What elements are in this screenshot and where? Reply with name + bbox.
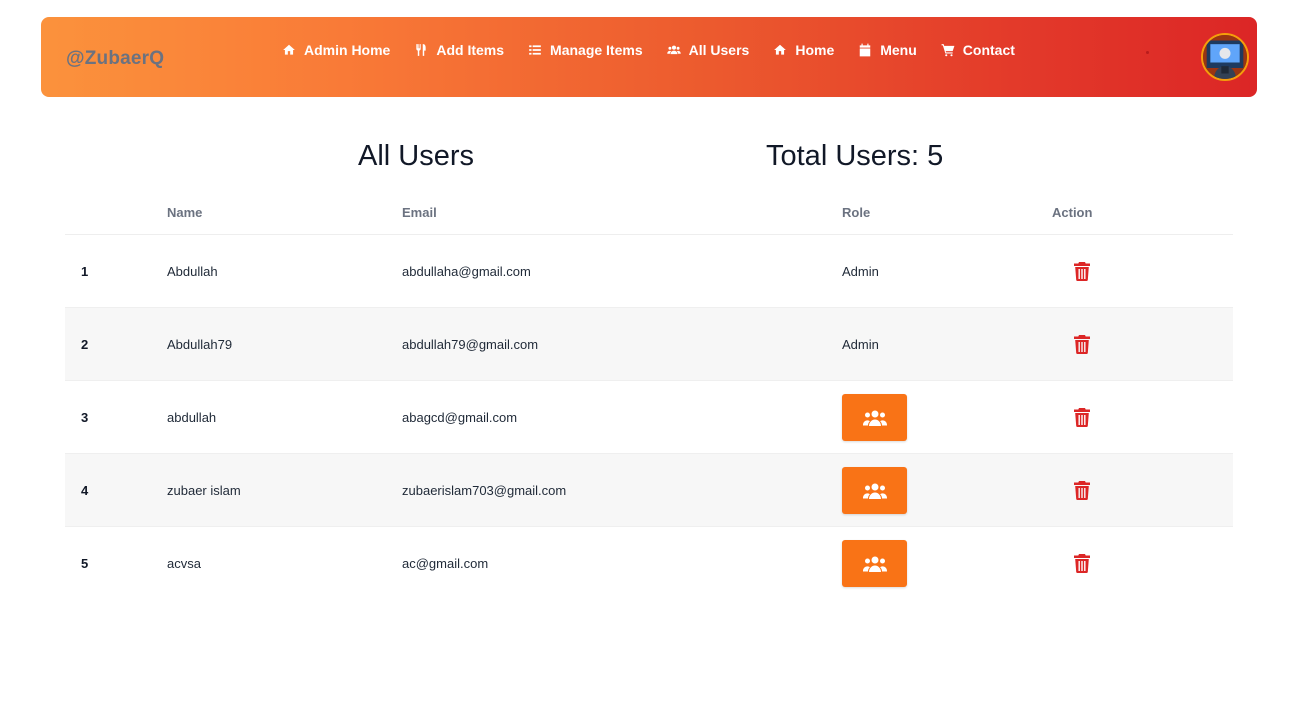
user-email: ac@gmail.com (402, 556, 489, 571)
user-role: Admin (842, 337, 879, 352)
row-index: 1 (81, 264, 89, 279)
user-email: abagcd@gmail.com (402, 410, 518, 425)
table-header: Name Email Role Action (65, 190, 1233, 235)
delete-button[interactable] (1074, 262, 1090, 281)
list-icon (529, 45, 541, 55)
row-index: 5 (81, 556, 89, 571)
user-name: Abdullah79 (167, 337, 233, 352)
home-icon (283, 44, 295, 55)
nav-all-users-label: All Users (688, 42, 750, 58)
user-email: abdullah79@gmail.com (402, 337, 539, 352)
nav-contact-label: Contact (962, 42, 1015, 58)
nav-admin-home[interactable]: Admin Home (282, 42, 390, 58)
header-email: Email (402, 205, 437, 220)
action-cell (1072, 527, 1092, 600)
nav-menu[interactable]: Menu (858, 42, 917, 58)
delete-button[interactable] (1074, 481, 1090, 500)
navbar: @ZubaerQ Admin Home Add Items Manage Ite… (41, 17, 1257, 97)
nav-manage-items-label: Manage Items (550, 42, 643, 58)
utensils-icon (416, 44, 427, 56)
action-cell (1072, 235, 1092, 308)
user-email: abdullaha@gmail.com (402, 264, 531, 279)
users-icon (666, 45, 681, 55)
nav-home[interactable]: Home (773, 42, 834, 58)
nav-contact[interactable]: Contact (941, 42, 1015, 58)
delete-button[interactable] (1074, 408, 1090, 427)
trash-icon (1074, 554, 1090, 573)
trash-icon (1074, 335, 1090, 354)
nav-home-label: Home (795, 42, 835, 58)
delete-button[interactable] (1074, 554, 1090, 573)
user-name: zubaer islam (167, 483, 241, 498)
header-role: Role (842, 205, 871, 220)
action-cell (1072, 454, 1092, 527)
nav-add-items-label: Add Items (436, 42, 505, 58)
table-row: 5 acvsa ac@gmail.com (65, 527, 1233, 600)
action-cell (1072, 381, 1092, 454)
nav-all-users[interactable]: All Users (666, 42, 750, 58)
user-name: abdullah (167, 410, 217, 425)
cart-icon (941, 44, 955, 57)
table-row: 2 Abdullah79 abdullah79@gmail.com Admin (65, 308, 1233, 381)
user-name: Abdullah (167, 264, 218, 279)
users-icon (862, 556, 887, 572)
table-row: 1 Abdullah abdullaha@gmail.com Admin (65, 235, 1233, 308)
total-users: Total Users: 5 (766, 140, 944, 172)
make-admin-button[interactable] (842, 394, 907, 441)
row-index: 2 (81, 337, 89, 352)
row-index: 3 (81, 410, 89, 425)
nav-admin-home-label: Admin Home (304, 42, 391, 58)
user-name: acvsa (167, 556, 201, 571)
users-icon (862, 410, 887, 426)
user-avatar[interactable] (1201, 33, 1249, 81)
role-cell (842, 454, 907, 527)
row-index: 4 (81, 483, 89, 498)
home-icon (774, 44, 787, 55)
trash-icon (1074, 262, 1090, 281)
nav-manage-items[interactable]: Manage Items (528, 42, 643, 58)
action-cell (1072, 308, 1092, 381)
role-cell (842, 381, 907, 454)
trash-icon (1074, 408, 1090, 427)
indicator-dot (1146, 51, 1149, 54)
role-cell (842, 527, 907, 600)
table-row: 4 zubaer islam zubaerislam703@gmail.com (65, 454, 1233, 527)
nav-menu-label: Menu (880, 42, 917, 58)
page-title: All Users (358, 140, 475, 172)
brand-logo[interactable]: @ZubaerQ (66, 48, 164, 70)
delete-button[interactable] (1074, 335, 1090, 354)
users-icon (862, 483, 887, 499)
make-admin-button[interactable] (842, 467, 907, 514)
nav-add-items[interactable]: Add Items (414, 42, 504, 58)
users-table: Name Email Role Action 1 Abdullah abdull… (65, 190, 1233, 600)
nav-links: Admin Home Add Items Manage Items All Us… (282, 40, 1015, 60)
trash-icon (1074, 481, 1090, 500)
avatar-image (1203, 35, 1247, 79)
make-admin-button[interactable] (842, 540, 907, 587)
header-name: Name (167, 205, 203, 220)
calendar-icon (859, 43, 871, 57)
header-action: Action (1052, 205, 1093, 220)
user-email: zubaerislam703@gmail.com (402, 483, 567, 498)
table-row: 3 abdullah abagcd@gmail.com (65, 381, 1233, 454)
user-role: Admin (842, 264, 879, 279)
